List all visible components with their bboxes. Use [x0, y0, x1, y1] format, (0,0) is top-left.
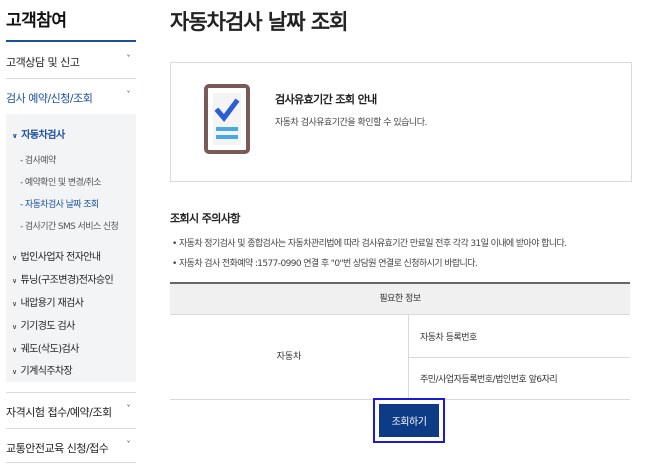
- submenu-group-label: 튜닝(구조변경)전자승인: [20, 275, 114, 286]
- table-row: 자동차 자동차 등록번호 주민/사업자등록번호/법인번호 앞6자리: [170, 315, 630, 400]
- submenu-group-hardness[interactable]: ∨ 기기경도 검사: [12, 317, 75, 332]
- submenu-item-reservation-check[interactable]: - 예약확인 및 변경/취소: [20, 175, 102, 188]
- submenu-vehicle-inspection[interactable]: ∨ 자동차검사: [12, 126, 65, 141]
- search-button[interactable]: 조회하기: [379, 404, 439, 437]
- menu-divider: [6, 78, 136, 79]
- sidebar: 고객참여 고객상담 및 신고 ˅ 검사 예약/신청/조회 ˅ ∨ 자동차검사 - …: [0, 0, 136, 465]
- info-box: 검사유효기간 조회 안내 자동차 검사유효기간을 확인할 수 있습니다.: [170, 62, 632, 182]
- notice-title: 조회시 주의사항: [170, 212, 240, 225]
- submenu-group-label: 기기경도 검사: [20, 321, 76, 332]
- submenu-group-parking[interactable]: ∨ 기계식주차장: [12, 362, 73, 377]
- menu-label: 자격시험 접수/예약/조회: [6, 406, 112, 419]
- menu-customer-consult[interactable]: 고객상담 및 신고 ˅: [6, 54, 136, 70]
- table-cell-item: 자동차 등록번호: [420, 333, 477, 343]
- chevron-down-icon: ˅: [126, 404, 131, 413]
- menu-label: 교통안전교육 신청/접수: [6, 442, 109, 455]
- chevron-down-icon: ˅: [126, 54, 131, 63]
- chevron-down-icon: ∨: [12, 368, 17, 376]
- submenu-group-label: 법인사업자 전자안내: [20, 252, 102, 263]
- menu-divider: [6, 392, 136, 393]
- menu-safety-education[interactable]: 교통안전교육 신청/접수 ˅: [6, 440, 136, 456]
- menu-label: 검사 예약/신청/조회: [6, 92, 93, 105]
- chevron-down-icon: ∨: [12, 254, 17, 262]
- submenu-group-tuning[interactable]: ∨ 튜닝(구조변경)전자승인: [12, 271, 114, 286]
- chevron-down-icon: ∨: [12, 346, 17, 354]
- table-cell-category: 자동차: [170, 315, 409, 399]
- submenu-group-pressure-vessel[interactable]: ∨ 내압용기 재검사: [12, 294, 84, 309]
- submenu-item-sms-service[interactable]: - 검사기간 SMS 서비스 신청: [20, 219, 119, 232]
- search-button-focus-ring: 조회하기: [373, 398, 445, 443]
- required-info-table: 필요한 정보 자동차 자동차 등록번호 주민/사업자등록번호/법인번호 앞6자리: [170, 282, 630, 400]
- sidebar-title: 고객참여: [6, 11, 67, 31]
- page-title: 자동차검사 날짜 조회: [170, 10, 349, 34]
- table-cell-item: 주민/사업자등록번호/법인번호 앞6자리: [420, 375, 558, 385]
- submenu-item-reservation[interactable]: - 검사예약: [20, 153, 56, 166]
- menu-license-exam[interactable]: 자격시험 접수/예약/조회 ˅: [6, 404, 136, 420]
- chevron-down-icon: ∨: [12, 300, 17, 308]
- submenu-group-label: 궤도(삭도)검사: [20, 344, 80, 355]
- clipboard-check-icon: [204, 84, 250, 154]
- sidebar-title-divider: [6, 40, 136, 42]
- menu-label: 고객상담 및 신고: [6, 56, 80, 69]
- info-description: 자동차 검사유효기간을 확인할 수 있습니다.: [275, 118, 427, 128]
- menu-divider: [6, 462, 136, 463]
- submenu-item-date-lookup[interactable]: - 자동차검사 날짜 조회: [20, 197, 99, 210]
- table-header: 필요한 정보: [170, 284, 630, 315]
- menu-inspection-reservation[interactable]: 검사 예약/신청/조회 ˅: [6, 90, 136, 106]
- submenu-group-corporate[interactable]: ∨ 법인사업자 전자안내: [12, 248, 101, 263]
- table-row-divider: [408, 357, 630, 358]
- chevron-down-icon: ˅: [126, 440, 131, 449]
- submenu-group-label: 기계식주차장: [20, 366, 73, 377]
- chevron-down-icon: ∨: [12, 132, 18, 140]
- submenu-head-label: 자동차검사: [21, 130, 65, 141]
- menu-divider: [6, 428, 136, 429]
- submenu-group-label: 내압용기 재검사: [20, 298, 84, 309]
- chevron-down-icon: ∨: [12, 323, 17, 331]
- submenu-group-rail[interactable]: ∨ 궤도(삭도)검사: [12, 340, 79, 355]
- notice-line: • 자동차 정기검사 및 종합검사는 자동차관리법에 따라 검사유효기간 만료일…: [172, 239, 567, 249]
- info-title: 검사유효기간 조회 안내: [275, 93, 377, 106]
- notice-line: • 자동차 검사 전화예약 :1577-0990 연결 후 "0"번 상담원 연…: [172, 259, 478, 269]
- chevron-down-icon: ∨: [12, 277, 17, 285]
- chevron-down-icon: ˅: [126, 90, 131, 99]
